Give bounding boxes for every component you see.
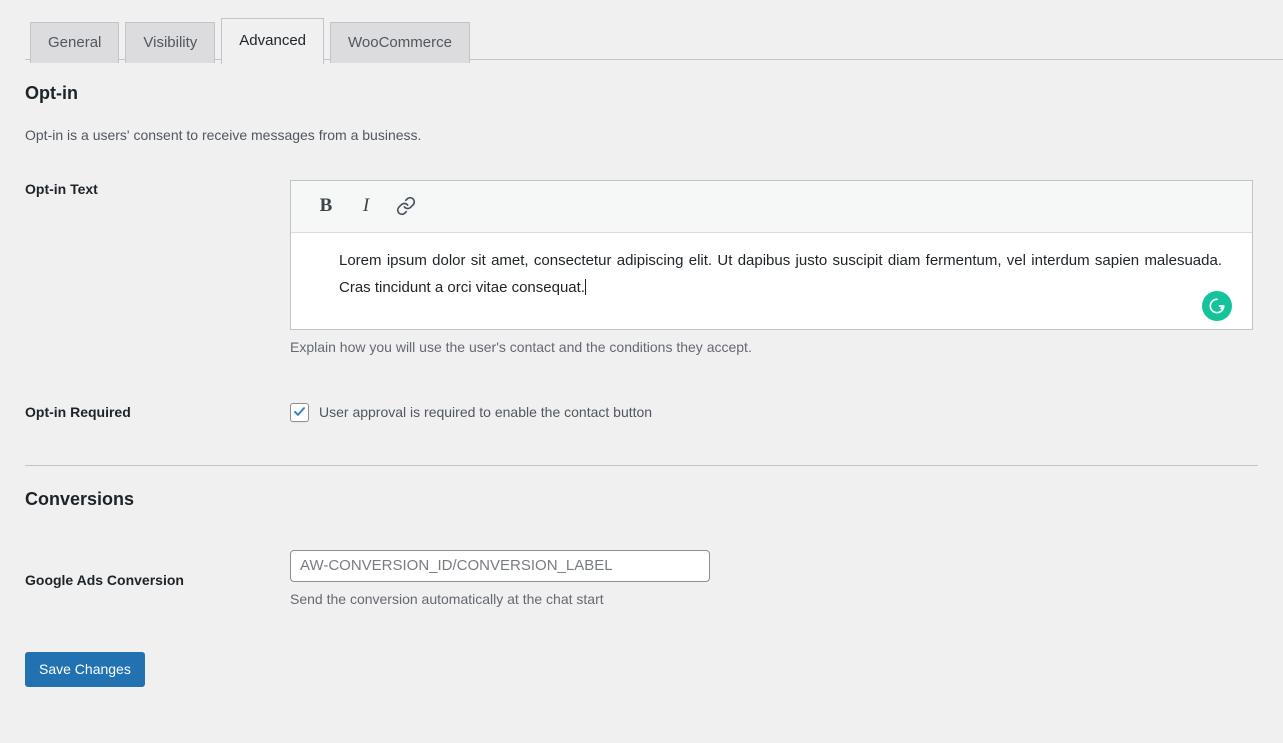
google-ads-conversion-row: Google Ads Conversion Send the conversio… xyxy=(25,549,1258,610)
editor-content-text: Lorem ipsum dolor sit amet, consectetur … xyxy=(339,251,1222,296)
tab-general-label: General xyxy=(48,34,102,51)
optin-section-description: Opt-in is a users' consent to receive me… xyxy=(25,127,422,144)
tab-advanced[interactable]: Advanced xyxy=(221,18,324,64)
tab-visibility[interactable]: Visibility xyxy=(125,22,216,63)
tab-list: General Visibility Advanced WooCommerce xyxy=(30,16,476,64)
optin-text-control: B I Lorem ipsum dolor sit amet, consecte… xyxy=(290,179,1258,358)
link-icon[interactable] xyxy=(389,189,423,223)
italic-icon[interactable]: I xyxy=(349,189,383,223)
conversions-section-heading: Conversions xyxy=(25,488,135,509)
optin-section-heading: Opt-in xyxy=(25,83,78,103)
google-ads-conversion-input[interactable] xyxy=(290,549,710,582)
tab-general[interactable]: General xyxy=(30,22,120,63)
tab-visibility-label: Visibility xyxy=(143,34,198,51)
optin-text-help: Explain how you will use the user's cont… xyxy=(290,338,752,355)
google-ads-conversion-control: Send the conversion automatically at the… xyxy=(290,549,1258,610)
text-cursor xyxy=(584,278,586,295)
tab-woocommerce[interactable]: WooCommerce xyxy=(330,22,470,63)
editor-content: Lorem ipsum dolor sit amet, consectetur … xyxy=(339,247,1222,301)
grammarly-icon[interactable] xyxy=(1202,290,1232,321)
optin-required-checkbox-label[interactable]: User approval is required to enable the … xyxy=(319,404,652,420)
tab-woocommerce-label: WooCommerce xyxy=(348,34,452,51)
settings-tab-bar: General Visibility Advanced WooCommerce xyxy=(0,0,1283,64)
settings-content: Opt-in Opt-in is a users' consent to rec… xyxy=(0,82,1283,688)
optin-required-row: Opt-in Required User approval is require… xyxy=(25,402,1258,422)
richtext-editor[interactable]: B I Lorem ipsum dolor sit amet, consecte… xyxy=(290,179,1253,330)
optin-required-control: User approval is required to enable the … xyxy=(290,402,1258,422)
optin-required-checkbox[interactable] xyxy=(290,402,309,422)
bold-icon[interactable]: B xyxy=(309,189,343,223)
google-ads-conversion-label: Google Ads Conversion xyxy=(25,571,184,588)
optin-required-label: Opt-in Required xyxy=(25,403,131,420)
editor-body[interactable]: Lorem ipsum dolor sit amet, consectetur … xyxy=(291,233,1252,329)
tab-advanced-label: Advanced xyxy=(239,32,306,49)
optin-text-row: Opt-in Text B I Lorem ipsum dolor sit am… xyxy=(25,179,1258,358)
optin-text-label: Opt-in Text xyxy=(25,180,98,197)
form-actions: Save Changes xyxy=(25,651,1258,688)
section-divider xyxy=(25,464,1258,466)
google-ads-conversion-help: Send the conversion automatically at the… xyxy=(290,590,604,607)
save-changes-button[interactable]: Save Changes xyxy=(25,651,145,688)
editor-toolbar: B I xyxy=(291,180,1252,233)
